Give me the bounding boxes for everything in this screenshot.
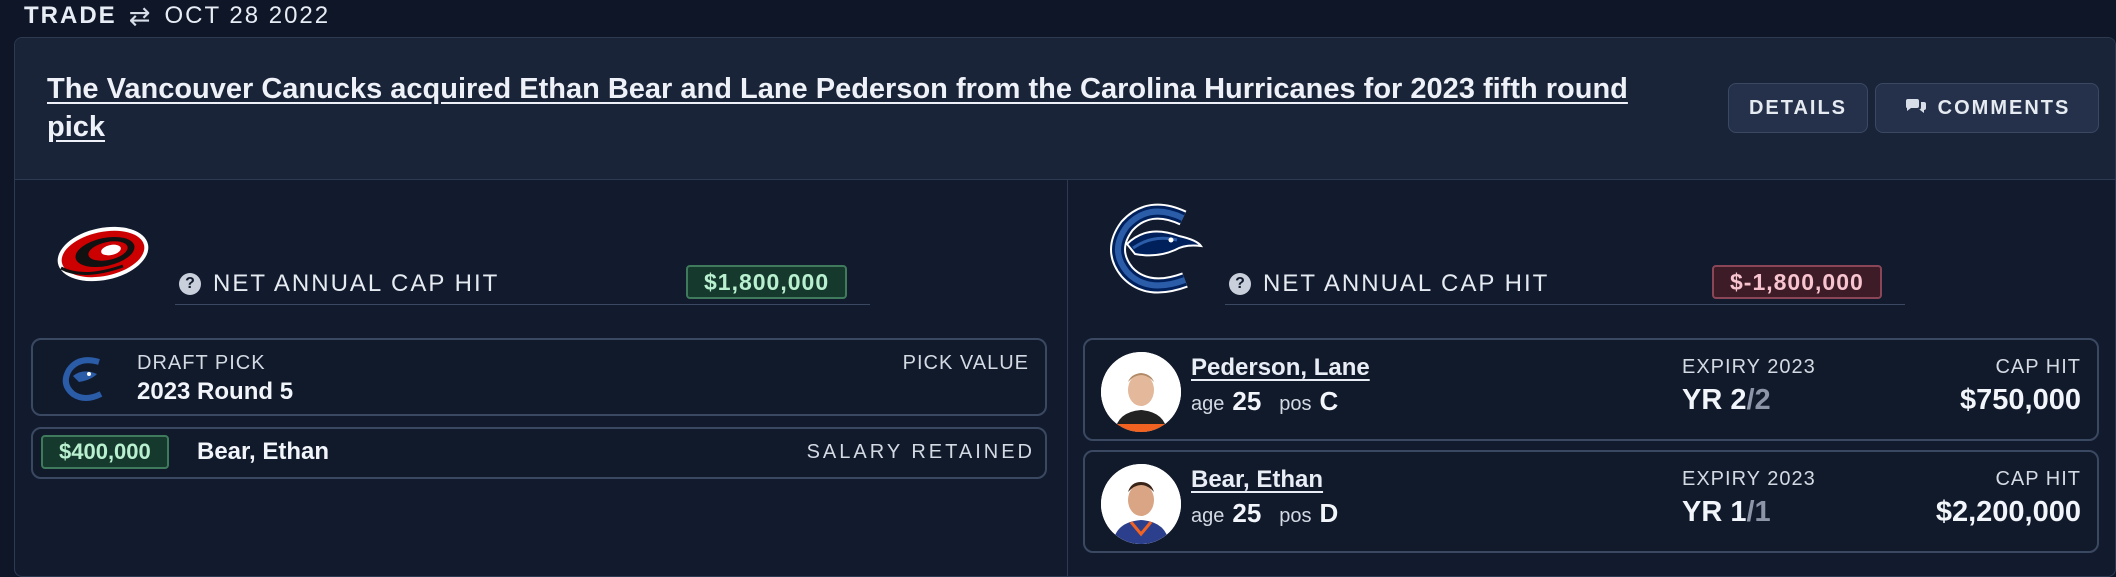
pos-label: pos xyxy=(1279,393,1312,415)
trade-card: The Vancouver Canucks acquired Ethan Bea… xyxy=(14,37,2116,577)
draft-pick-type-label: DRAFT PICK xyxy=(137,352,266,374)
salary-retained-label: SALARY RETAINED xyxy=(806,441,1035,463)
trade-topbar: TRADE ⇄ OCT 28 2022 xyxy=(24,0,330,32)
player-pos: D xyxy=(1319,498,1339,528)
contract-year-label: YR xyxy=(1682,384,1723,416)
contract-year-total: /1 xyxy=(1746,496,1771,528)
cap-hit-value: $2,200,000 xyxy=(1935,496,2081,528)
player-name-link[interactable]: Bear, Ethan xyxy=(1191,466,1323,494)
age-label: age xyxy=(1191,393,1225,415)
player-age: 25 xyxy=(1232,498,1262,528)
right-cap-value: $-1,800,000 xyxy=(1712,265,1882,299)
player-age: 25 xyxy=(1232,386,1262,416)
comments-icon xyxy=(1905,99,1926,113)
comments-button[interactable]: COMMENTS xyxy=(1875,83,2099,133)
cap-hit-value: $750,000 xyxy=(1960,384,2081,416)
player-expiry: EXPIRY 2023 xyxy=(1682,356,1816,378)
right-cap-row: ? NET ANNUAL CAP HIT $-1,800,000 xyxy=(1225,263,1905,305)
player-card: Bear, Ethan age 25 pos D EXPIRY 2023 YR … xyxy=(1083,450,2099,553)
contract-year: YR 1/1 xyxy=(1682,496,1771,529)
retained-player: Bear, Ethan xyxy=(197,438,330,465)
details-button-label: DETAILS xyxy=(1748,96,1848,119)
pos-label: pos xyxy=(1279,505,1312,527)
trade-type-label: TRADE xyxy=(24,2,117,29)
trade-date: OCT 28 2022 xyxy=(164,2,331,29)
contract-year-current: 2 xyxy=(1730,384,1747,416)
comments-button-label: COMMENTS xyxy=(1937,96,2071,119)
canucks-logo xyxy=(1110,203,1204,294)
contract-year-current: 1 xyxy=(1730,496,1747,528)
player-pos: C xyxy=(1319,386,1339,416)
left-cap-row: ? NET ANNUAL CAP HIT $1,800,000 xyxy=(175,263,870,305)
player-meta: age 25 pos D xyxy=(1191,498,1348,529)
left-cap-value: $1,800,000 xyxy=(686,265,848,299)
trade-card-header: The Vancouver Canucks acquired Ethan Bea… xyxy=(15,38,2115,180)
trade-headline-link[interactable]: The Vancouver Canucks acquired Ethan Bea… xyxy=(47,70,1677,146)
team-divider xyxy=(1067,180,1068,576)
help-icon[interactable]: ? xyxy=(1229,272,1251,295)
salary-retained-box: $400,000 Bear, Ethan SALARY RETAINED xyxy=(31,427,1047,479)
draft-pick-value: 2023 Round 5 xyxy=(137,378,294,405)
cap-hit-label: CAP HIT xyxy=(1995,356,2081,378)
player-card: Pederson, Lane age 25 pos C EXPIRY 2023 … xyxy=(1083,338,2099,441)
details-button[interactable]: DETAILS xyxy=(1728,83,1868,133)
player-expiry: EXPIRY 2023 xyxy=(1682,468,1816,490)
age-label: age xyxy=(1191,505,1225,527)
swap-icon: ⇄ xyxy=(128,0,153,31)
contract-year: YR 2/2 xyxy=(1682,384,1771,417)
retained-amount: $400,000 xyxy=(41,435,169,469)
right-cap-label: NET ANNUAL CAP HIT xyxy=(1263,269,1550,297)
contract-year-total: /2 xyxy=(1746,384,1771,416)
player-avatar xyxy=(1101,352,1181,432)
left-cap-label: NET ANNUAL CAP HIT xyxy=(213,269,500,297)
help-icon[interactable]: ? xyxy=(179,272,201,295)
contract-year-label: YR xyxy=(1682,496,1723,528)
player-name-link[interactable]: Pederson, Lane xyxy=(1191,354,1370,382)
canucks-small-logo xyxy=(62,357,103,401)
player-avatar xyxy=(1101,464,1181,544)
hurricanes-logo xyxy=(57,226,149,282)
cap-hit-label: CAP HIT xyxy=(1995,468,2081,490)
draft-pick-box: DRAFT PICK 2023 Round 5 PICK VALUE xyxy=(31,338,1047,416)
pick-value-label: PICK VALUE xyxy=(902,352,1029,374)
player-meta: age 25 pos C xyxy=(1191,386,1348,417)
